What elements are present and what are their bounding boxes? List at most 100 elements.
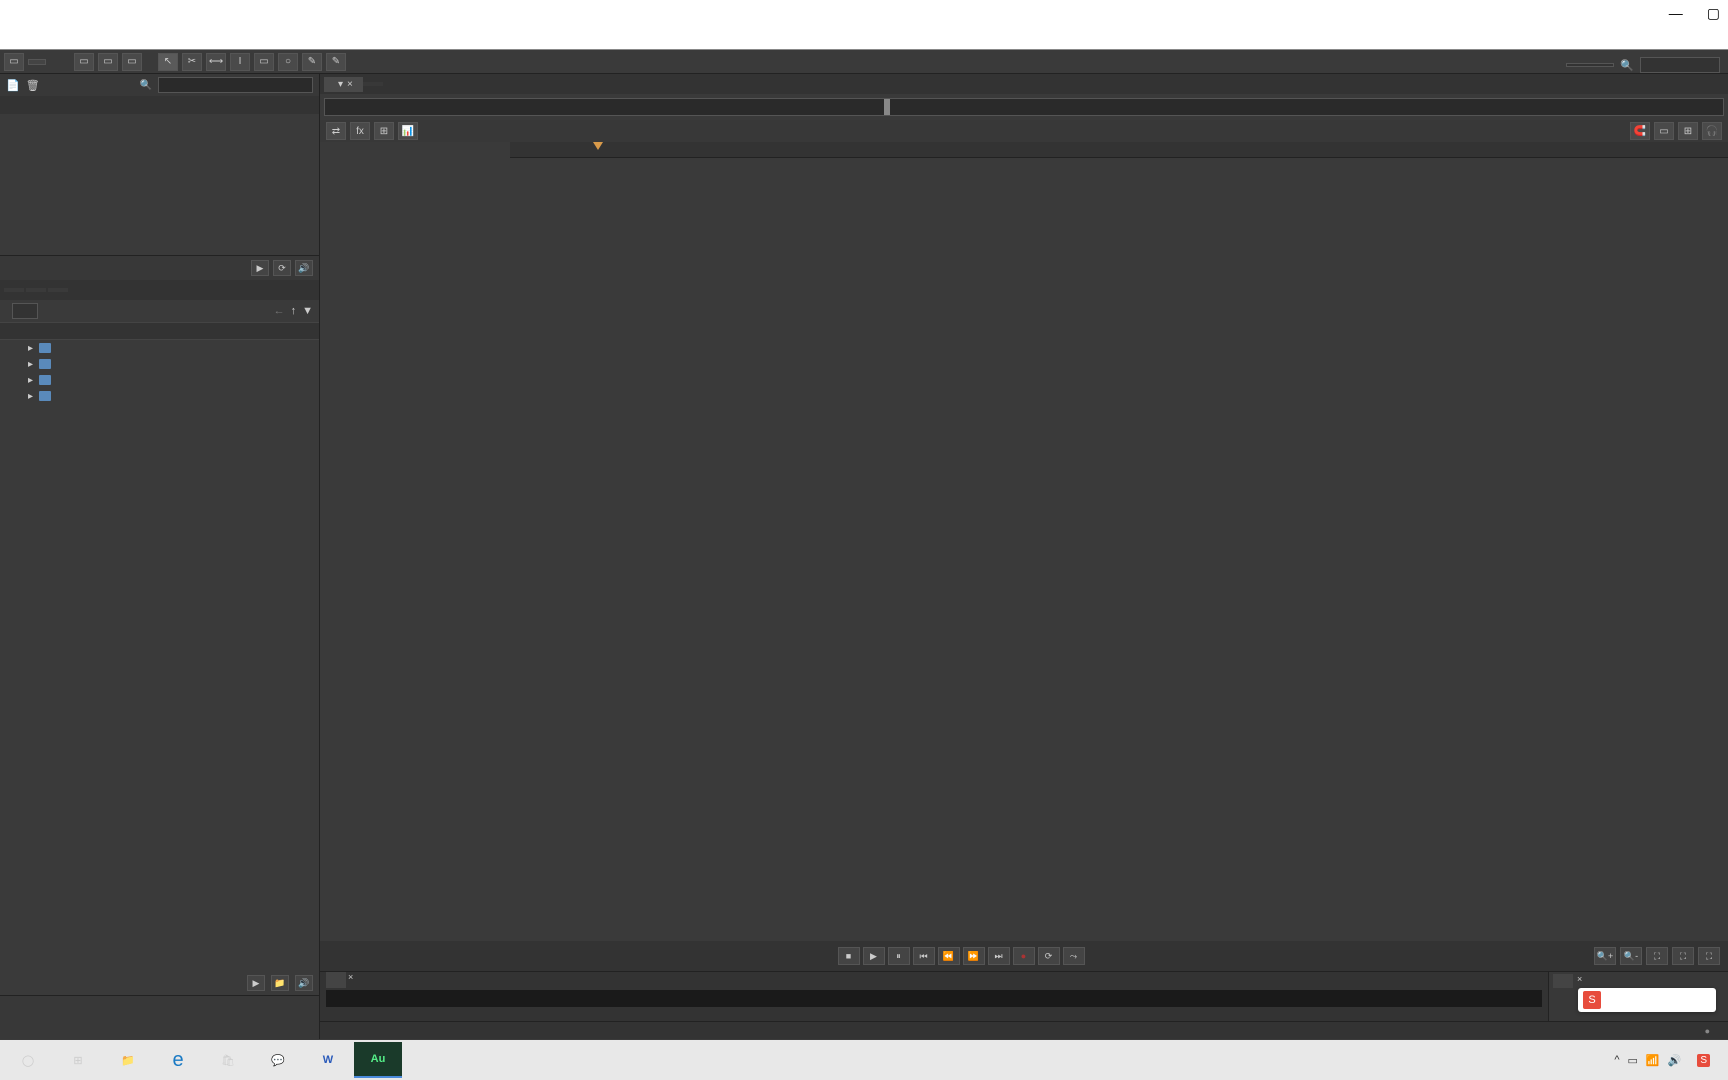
back-icon[interactable]: ← [274, 305, 285, 317]
zoom-in-button[interactable]: 🔍+ [1594, 947, 1616, 965]
tool-3[interactable]: ▭ [122, 53, 142, 71]
toggle-fx[interactable]: fx [350, 122, 370, 140]
spot-healing-tool[interactable]: ✎ [326, 53, 346, 71]
multitrack-view-button[interactable] [28, 59, 46, 65]
left-panel: 📄 🗑 🔍 [0, 74, 319, 1039]
headphone-icon[interactable]: 🎧 [1702, 122, 1722, 140]
drives-select[interactable] [12, 303, 38, 319]
files-panel: 📄 🗑 🔍 [0, 74, 319, 256]
word-icon[interactable]: W [304, 1042, 352, 1078]
drive-item[interactable]: ▸ [0, 340, 319, 356]
marquee-tool[interactable]: ▭ [254, 53, 274, 71]
insert-media-button[interactable]: 📁 [271, 975, 289, 991]
track-toolbar: ⇄ fx ⊞ 📊 🧲 ▭ ⊞ 🎧 [320, 120, 1728, 142]
left-tabs [0, 280, 319, 300]
goto-end-button[interactable]: ⏭ [988, 947, 1010, 965]
snap-icon[interactable]: 🧲 [1630, 122, 1650, 140]
tool-2[interactable]: ▭ [98, 53, 118, 71]
menubar [0, 26, 1728, 50]
mixer-tab[interactable] [363, 82, 383, 86]
razor-tool[interactable]: ✂ [182, 53, 202, 71]
time-select-tool[interactable]: I [230, 53, 250, 71]
taskbar: ◯ ⊞ 📁 e 🛍 💬 W Au ^ ▭ 📶 🔊 S [0, 1040, 1728, 1080]
toggle-1[interactable]: ⇄ [326, 122, 346, 140]
tab-properties[interactable] [48, 288, 68, 292]
stop-button[interactable]: ■ [838, 947, 860, 965]
timeline-ruler[interactable] [510, 142, 1728, 158]
close-icon[interactable]: × [1577, 974, 1582, 988]
forward-button[interactable]: ⏩ [963, 947, 985, 965]
drive-item[interactable]: ▸ [0, 372, 319, 388]
workspace-select[interactable] [1566, 63, 1614, 67]
wifi-icon[interactable]: 📶 [1646, 1054, 1660, 1067]
maximize-icon[interactable]: ▢ [1707, 5, 1720, 22]
levels-tab[interactable] [326, 972, 346, 988]
store-icon[interactable]: 🛍 [204, 1042, 252, 1078]
goto-start-button[interactable]: ⏮ [913, 947, 935, 965]
help-search-input[interactable] [1640, 57, 1720, 73]
levels-meter [326, 990, 1542, 1007]
toggle-eq[interactable]: 📊 [398, 122, 418, 140]
tab-effects[interactable] [4, 288, 24, 292]
import-icon[interactable]: 📄 [6, 79, 20, 92]
explorer-icon[interactable]: 📁 [104, 1042, 152, 1078]
drive-item[interactable]: ▸ [0, 356, 319, 372]
close-icon[interactable]: × [348, 972, 353, 988]
drive-item[interactable]: ▸ [0, 388, 319, 404]
play-mini-button[interactable]: ▶ [251, 260, 269, 276]
pause-button[interactable]: ⏸ [888, 947, 910, 965]
file-row[interactable] [0, 146, 319, 162]
waveform-view-button[interactable]: ▭ [4, 53, 24, 71]
slip-tool[interactable]: ⟷ [206, 53, 226, 71]
file-row[interactable] [0, 114, 319, 130]
brush-tool[interactable]: ✎ [302, 53, 322, 71]
ime-toolbar[interactable]: S [1578, 988, 1716, 1012]
record-button[interactable]: ● [1013, 947, 1035, 965]
zoom-full-button[interactable]: ⛶ [1646, 947, 1668, 965]
loop-mini-button[interactable]: ⟳ [273, 260, 291, 276]
autoplay-media-button[interactable]: 🔊 [295, 975, 313, 991]
files-search-input[interactable] [158, 77, 313, 93]
delete-icon[interactable]: 🗑 [26, 79, 40, 92]
up-icon[interactable]: ↑ [291, 305, 297, 317]
timeline-overview[interactable] [324, 98, 1724, 116]
file-row[interactable] [0, 130, 319, 146]
audition-icon[interactable]: Au [354, 1042, 402, 1078]
tool-1[interactable]: ▭ [74, 53, 94, 71]
edge-icon[interactable]: e [154, 1042, 202, 1078]
ime-logo-icon[interactable]: S [1583, 991, 1601, 1009]
media-browser: ← ↑ ▼ ▸ ▸ ▸ ▸ ▶ 📁 🔊 [0, 300, 319, 995]
task-view-button[interactable]: ⊞ [54, 1042, 102, 1078]
multitrack-area [320, 158, 1728, 941]
loop-button[interactable]: ⟳ [1038, 947, 1060, 965]
zoom-out-button[interactable]: 🔍- [1620, 947, 1642, 965]
start-button[interactable]: ◯ [4, 1042, 52, 1078]
play-button[interactable]: ▶ [863, 947, 885, 965]
editor-tab[interactable]: ▾× [324, 77, 363, 92]
zoom-sel-button[interactable]: ⛶ [1672, 947, 1694, 965]
play-media-button[interactable]: ▶ [247, 975, 265, 991]
levels-panel: × × [320, 971, 1728, 1021]
filter-icon[interactable]: ▼ [302, 305, 313, 317]
volume-icon[interactable]: 🔊 [1668, 1054, 1682, 1067]
autoplay-mini-button[interactable]: 🔊 [295, 260, 313, 276]
minimize-icon[interactable]: — [1669, 5, 1683, 22]
sogou-icon[interactable]: S [1697, 1054, 1710, 1067]
tray-chevron-icon[interactable]: ^ [1614, 1054, 1619, 1066]
move-tool[interactable]: ↖ [158, 53, 178, 71]
files-header [0, 96, 319, 114]
rewind-button[interactable]: ⏪ [938, 947, 960, 965]
wechat-icon[interactable]: 💬 [254, 1042, 302, 1078]
toggle-sends[interactable]: ⊞ [374, 122, 394, 140]
titlebar: — ▢ [0, 0, 1728, 26]
skip-button[interactable]: ⤳ [1063, 947, 1085, 965]
close-icon[interactable]: × [347, 79, 353, 90]
ripple-icon[interactable]: ▭ [1654, 122, 1674, 140]
group-icon[interactable]: ⊞ [1678, 122, 1698, 140]
battery-icon[interactable]: ▭ [1628, 1054, 1638, 1067]
dropdown-icon[interactable]: ▾ [338, 79, 343, 90]
zoom-amp-button[interactable]: ⛶ [1698, 947, 1720, 965]
lasso-tool[interactable]: ○ [278, 53, 298, 71]
history-panel [0, 995, 319, 1039]
tab-markers[interactable] [26, 288, 46, 292]
